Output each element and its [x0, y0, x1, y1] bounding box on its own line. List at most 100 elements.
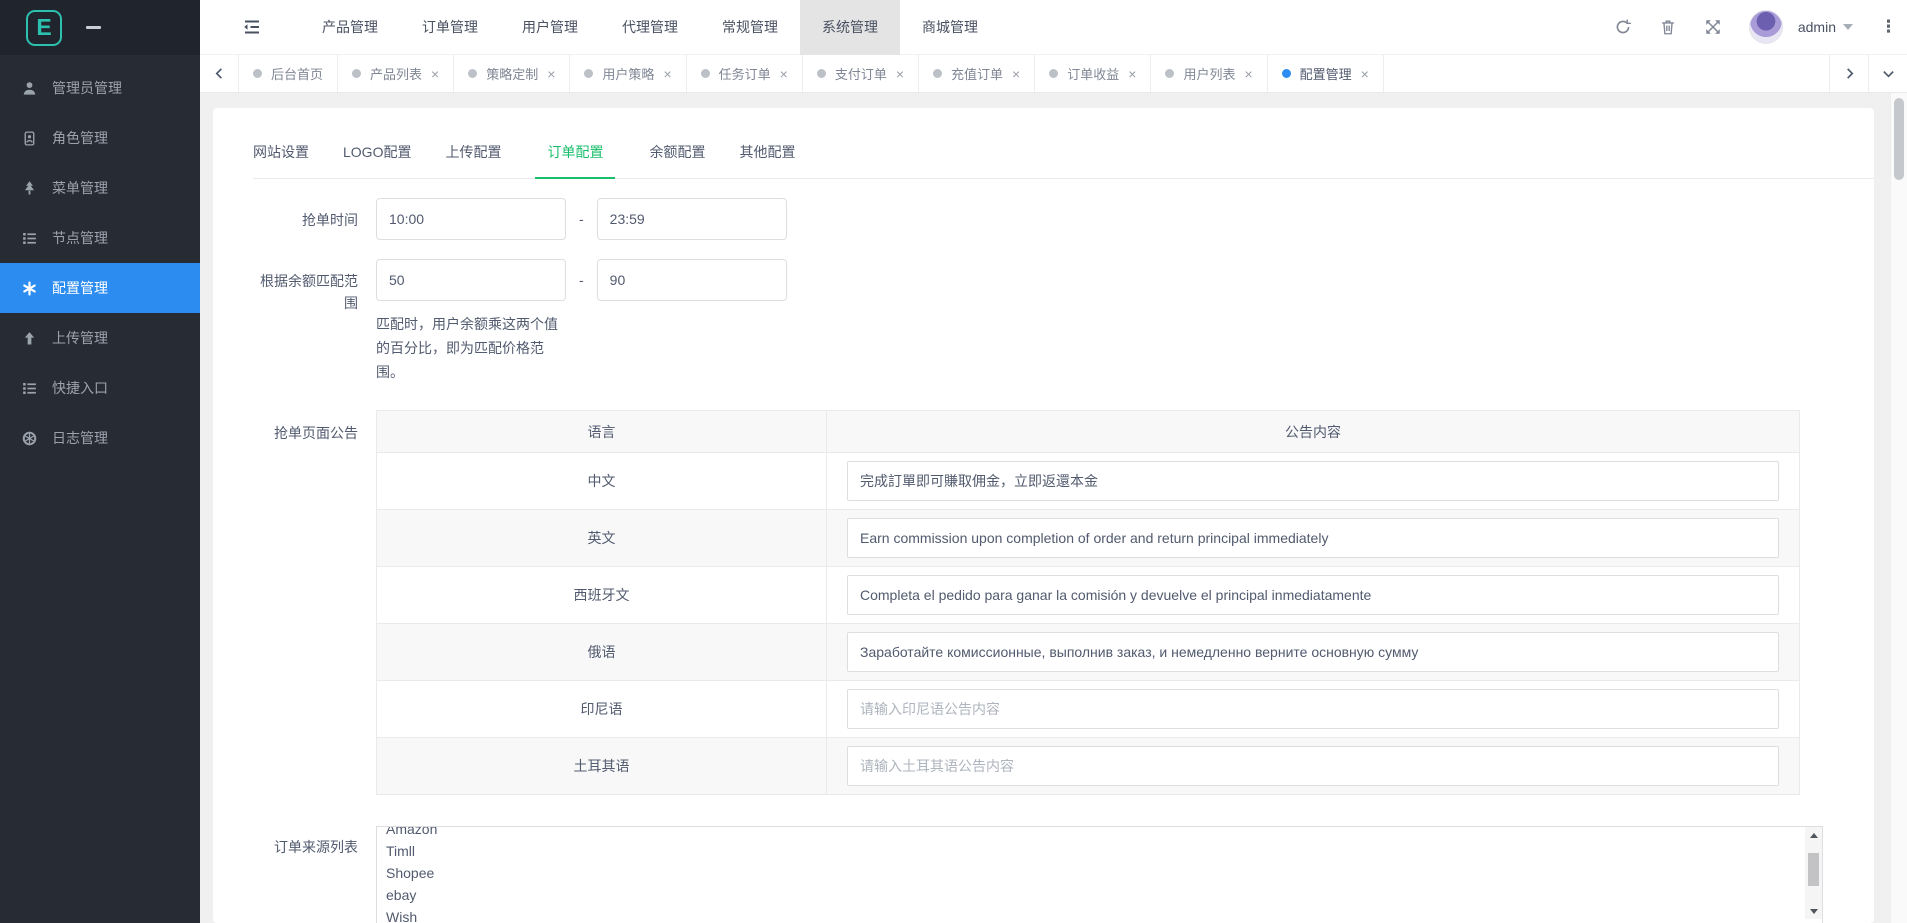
close-icon[interactable]: × — [896, 67, 904, 81]
config-tab-label: 网站设置 — [253, 144, 309, 160]
close-icon[interactable]: × — [431, 67, 439, 81]
tab-label: 产品列表 — [370, 64, 422, 83]
tab-upload-config[interactable]: 上传配置 — [445, 142, 501, 178]
trash-icon[interactable] — [1659, 18, 1677, 36]
tab-config-manage[interactable]: 配置管理 × — [1268, 55, 1384, 92]
language-cell: 印尼语 — [377, 681, 827, 737]
tabs-scroll-left-button[interactable] — [200, 55, 239, 92]
nav-item-general[interactable]: 常规管理 — [700, 0, 800, 55]
order-source-label: 订单来源列表 — [253, 826, 358, 923]
tab-strategy-custom[interactable]: 策略定制 × — [454, 55, 570, 92]
order-source-row: 订单来源列表 Amazon Timll Shopee ebay Wish mer… — [253, 826, 1874, 923]
textarea-scrollbar[interactable] — [1805, 827, 1822, 923]
nav-item-mall[interactable]: 商城管理 — [900, 0, 1000, 55]
grab-time-controls: - — [376, 198, 787, 240]
close-icon[interactable]: × — [663, 67, 671, 81]
sidebar-item-shortcut-entry[interactable]: 快捷入口 — [0, 363, 200, 413]
nav-item-user[interactable]: 用户管理 — [500, 0, 600, 55]
scroll-up-arrow-icon[interactable] — [1805, 827, 1822, 843]
sidebar-item-log-manage[interactable]: 日志管理 — [0, 413, 200, 463]
tab-label: 配置管理 — [1300, 64, 1352, 83]
announcement-input-ru[interactable] — [847, 632, 1779, 672]
nav-item-system[interactable]: 系统管理 — [800, 0, 900, 55]
sidebar-item-node-manage[interactable]: 节点管理 — [0, 213, 200, 263]
tab-balance-config[interactable]: 余额配置 — [649, 142, 705, 178]
tab-product-list[interactable]: 产品列表 × — [338, 55, 454, 92]
nav-label: 常规管理 — [722, 17, 778, 37]
close-icon[interactable]: × — [547, 67, 555, 81]
tab-other-config[interactable]: 其他配置 — [739, 142, 795, 178]
topbar-actions: admin ⋮ — [1614, 10, 1907, 44]
tab-label: 用户策略 — [602, 64, 654, 83]
sidebar-item-role-manage[interactable]: 角色管理 — [0, 113, 200, 163]
sidebar-item-label: 配置管理 — [52, 278, 108, 298]
table-row: 中文 — [377, 453, 1799, 510]
refresh-icon[interactable] — [1614, 18, 1632, 36]
sidebar-fold-button[interactable] — [242, 17, 262, 37]
tab-order-profit[interactable]: 订单收益 × — [1035, 55, 1151, 92]
table-row: 土耳其语 — [377, 738, 1799, 794]
tabs-scroll-right-button[interactable] — [1829, 55, 1868, 92]
tab-label: 任务订单 — [719, 64, 771, 83]
grab-time-end-input[interactable] — [597, 198, 787, 240]
close-icon[interactable]: × — [1128, 67, 1136, 81]
tab-logo-config[interactable]: LOGO配置 — [343, 142, 411, 178]
close-icon[interactable]: × — [1244, 67, 1252, 81]
tab-site-settings[interactable]: 网站设置 — [253, 142, 309, 178]
table-row: 西班牙文 — [377, 567, 1799, 624]
tab-label: 策略定制 — [486, 64, 538, 83]
close-icon[interactable]: × — [1361, 67, 1369, 81]
nav-label: 用户管理 — [522, 17, 578, 37]
nav-label: 商城管理 — [922, 17, 978, 37]
user-menu[interactable]: admin — [1798, 19, 1853, 35]
tab-task-order[interactable]: 任务订单 × — [687, 55, 803, 92]
sidebar-item-upload-manage[interactable]: 上传管理 — [0, 313, 200, 363]
page-scrollbar-thumb[interactable] — [1894, 98, 1904, 180]
chevron-left-icon — [213, 67, 226, 80]
close-icon[interactable]: × — [1012, 67, 1020, 81]
sidebar-item-config-manage[interactable]: 配置管理 — [0, 263, 200, 313]
more-vertical-icon[interactable]: ⋮ — [1880, 17, 1897, 37]
balance-range-min-input[interactable] — [376, 259, 566, 301]
sidebar-item-label: 管理员管理 — [52, 78, 122, 98]
tab-dot — [1049, 69, 1058, 78]
announcement-input-tr[interactable] — [847, 746, 1779, 786]
nav-item-agent[interactable]: 代理管理 — [600, 0, 700, 55]
language-cell: 中文 — [377, 453, 827, 509]
fullscreen-icon[interactable] — [1704, 18, 1722, 36]
page-tabbar: 后台首页 产品列表 × 策略定制 × 用户策略 × — [200, 55, 1907, 93]
balance-range-max-input[interactable] — [597, 259, 787, 301]
col-header-language: 语言 — [377, 411, 827, 452]
upload-arrow-icon — [21, 330, 38, 347]
tab-home[interactable]: 后台首页 — [239, 55, 338, 92]
sidebar-item-menu-manage[interactable]: 菜单管理 — [0, 163, 200, 213]
nav-item-product[interactable]: 产品管理 — [300, 0, 400, 55]
tab-pay-order[interactable]: 支付订单 × — [803, 55, 919, 92]
tab-order-config[interactable]: 订单配置 — [535, 142, 615, 179]
announcement-label: 抢单页面公告 — [253, 410, 358, 795]
tabs-menu-button[interactable] — [1868, 55, 1907, 92]
announcement-table-header: 语言 公告内容 — [377, 411, 1799, 453]
sidebar-item-admin-manage[interactable]: 管理员管理 — [0, 63, 200, 113]
grab-time-start-input[interactable] — [376, 198, 566, 240]
order-source-textarea[interactable]: Amazon Timll Shopee ebay Wish mercado li… — [376, 826, 1823, 923]
announcement-input-zh[interactable] — [847, 461, 1779, 501]
announcement-input-id[interactable] — [847, 689, 1779, 729]
table-row: 俄语 — [377, 624, 1799, 681]
tab-recharge-order[interactable]: 充值订单 × — [919, 55, 1035, 92]
announcement-input-en[interactable] — [847, 518, 1779, 558]
scrollbar-thumb[interactable] — [1808, 853, 1819, 886]
tab-user-strategy[interactable]: 用户策略 × — [570, 55, 686, 92]
balance-range-help-text: 匹配时，用户余额乘这两个值的百分比，即为匹配价格范围。 — [376, 312, 559, 384]
user-avatar[interactable] — [1749, 10, 1783, 44]
scrollbar-track[interactable] — [1805, 843, 1822, 903]
sidebar-item-label: 节点管理 — [52, 228, 108, 248]
tab-user-list[interactable]: 用户列表 × — [1151, 55, 1267, 92]
order-source-controls: Amazon Timll Shopee ebay Wish mercado li… — [376, 826, 1823, 923]
page-scrollbar[interactable] — [1890, 93, 1907, 923]
announcement-input-es[interactable] — [847, 575, 1779, 615]
resize-grip-icon[interactable] — [1805, 919, 1822, 923]
nav-item-order[interactable]: 订单管理 — [400, 0, 500, 55]
close-icon[interactable]: × — [780, 67, 788, 81]
scroll-down-arrow-icon[interactable] — [1805, 903, 1822, 919]
